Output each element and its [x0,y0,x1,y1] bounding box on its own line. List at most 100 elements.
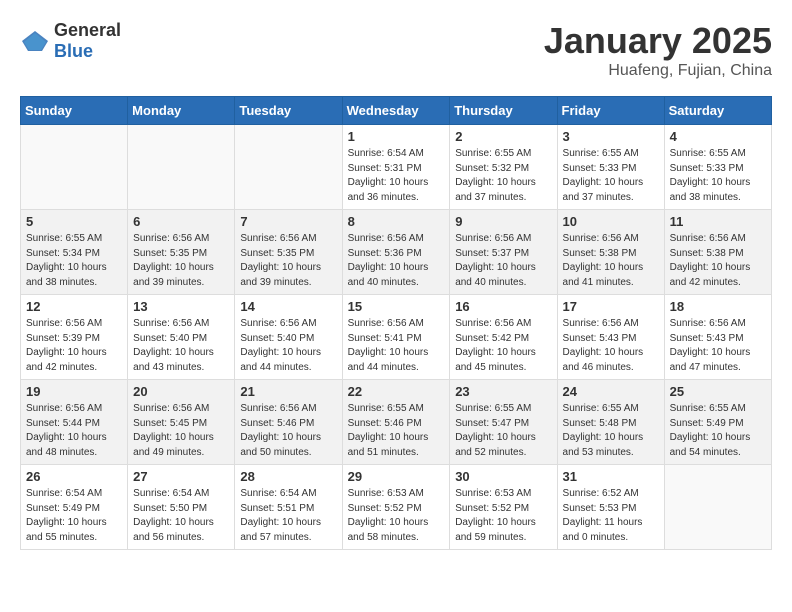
calendar-day-cell: 27 Sunrise: 6:54 AM Sunset: 5:50 PM Dayli… [128,465,235,550]
title-block: January 2025 Huafeng, Fujian, China [544,20,772,80]
calendar-day-cell: 6 Sunrise: 6:56 AM Sunset: 5:35 PM Daylig… [128,210,235,295]
day-number: 31 [563,469,659,484]
calendar-day-cell: 24 Sunrise: 6:55 AM Sunset: 5:48 PM Dayli… [557,380,664,465]
day-number: 1 [348,129,445,144]
day-number: 12 [26,299,122,314]
calendar-day-cell: 19 Sunrise: 6:56 AM Sunset: 5:44 PM Dayli… [21,380,128,465]
day-number: 30 [455,469,551,484]
calendar-day-cell: 20 Sunrise: 6:56 AM Sunset: 5:45 PM Dayli… [128,380,235,465]
day-info: Sunrise: 6:52 AM Sunset: 5:53 PM Dayligh… [563,487,659,545]
calendar-day-cell: 31 Sunrise: 6:52 AM Sunset: 5:53 PM Dayli… [557,465,664,550]
day-info: Sunrise: 6:55 AM Sunset: 5:48 PM Dayligh… [563,402,659,460]
day-number: 13 [133,299,229,314]
day-info: Sunrise: 6:56 AM Sunset: 5:43 PM Dayligh… [563,317,659,375]
location: Huafeng, Fujian, China [544,62,772,80]
weekday-header: Monday [128,97,235,125]
month-title: January 2025 [544,20,772,62]
calendar-day-cell: 8Sunrise: 6:56 AM Sunset: 5:36 PM Daylig… [342,210,450,295]
calendar-day-cell: 1 Sunrise: 6:54 AM Sunset: 5:31 PM Daylig… [342,125,450,210]
day-info: Sunrise: 6:56 AM Sunset: 5:46 PM Dayligh… [240,402,336,460]
day-number: 22 [348,384,445,399]
logo: General Blue [20,20,121,62]
day-number: 28 [240,469,336,484]
calendar-day-cell: 26 Sunrise: 6:54 AM Sunset: 5:49 PM Dayli… [21,465,128,550]
day-info: Sunrise: 6:54 AM Sunset: 5:49 PM Dayligh… [26,487,122,545]
weekday-header: Wednesday [342,97,450,125]
weekday-header: Sunday [21,97,128,125]
weekday-header: Thursday [450,97,557,125]
day-info: Sunrise: 6:54 AM Sunset: 5:50 PM Dayligh… [133,487,229,545]
day-number: 15 [348,299,445,314]
day-info: Sunrise: 6:56 AM Sunset: 5:38 PM Dayligh… [670,232,766,290]
calendar-day-cell: 5Sunrise: 6:55 AM Sunset: 5:34 PM Daylig… [21,210,128,295]
calendar-table: SundayMondayTuesdayWednesdayThursdayFrid… [20,96,772,550]
calendar-week-row: 1 Sunrise: 6:54 AM Sunset: 5:31 PM Daylig… [21,125,772,210]
weekday-header-row: SundayMondayTuesdayWednesdayThursdayFrid… [21,97,772,125]
day-info: Sunrise: 6:56 AM Sunset: 5:39 PM Dayligh… [26,317,122,375]
calendar-day-cell: 7Sunrise: 6:56 AM Sunset: 5:35 PM Daylig… [235,210,342,295]
day-number: 7 [240,214,336,229]
calendar-day-cell: 9 Sunrise: 6:56 AM Sunset: 5:37 PM Daylig… [450,210,557,295]
day-number: 3 [563,129,659,144]
calendar-day-cell: 28 Sunrise: 6:54 AM Sunset: 5:51 PM Dayli… [235,465,342,550]
calendar-day-cell: 18Sunrise: 6:56 AM Sunset: 5:43 PM Dayli… [664,295,771,380]
day-number: 10 [563,214,659,229]
logo-general: General [54,20,121,40]
calendar-day-cell: 2 Sunrise: 6:55 AM Sunset: 5:32 PM Daylig… [450,125,557,210]
day-info: Sunrise: 6:55 AM Sunset: 5:34 PM Dayligh… [26,232,122,290]
day-info: Sunrise: 6:54 AM Sunset: 5:51 PM Dayligh… [240,487,336,545]
day-number: 6 [133,214,229,229]
calendar-day-cell [21,125,128,210]
day-info: Sunrise: 6:56 AM Sunset: 5:35 PM Dayligh… [133,232,229,290]
day-number: 14 [240,299,336,314]
day-number: 16 [455,299,551,314]
day-number: 9 [455,214,551,229]
calendar-day-cell: 16Sunrise: 6:56 AM Sunset: 5:42 PM Dayli… [450,295,557,380]
day-info: Sunrise: 6:56 AM Sunset: 5:41 PM Dayligh… [348,317,445,375]
calendar-day-cell: 10Sunrise: 6:56 AM Sunset: 5:38 PM Dayli… [557,210,664,295]
day-number: 25 [670,384,766,399]
day-number: 23 [455,384,551,399]
day-info: Sunrise: 6:56 AM Sunset: 5:44 PM Dayligh… [26,402,122,460]
day-number: 20 [133,384,229,399]
logo-text: General Blue [54,20,121,62]
day-number: 27 [133,469,229,484]
day-number: 17 [563,299,659,314]
calendar-week-row: 19 Sunrise: 6:56 AM Sunset: 5:44 PM Dayli… [21,380,772,465]
day-info: Sunrise: 6:55 AM Sunset: 5:46 PM Dayligh… [348,402,445,460]
day-info: Sunrise: 6:56 AM Sunset: 5:43 PM Dayligh… [670,317,766,375]
day-info: Sunrise: 6:54 AM Sunset: 5:31 PM Dayligh… [348,147,445,205]
calendar-day-cell: 23Sunrise: 6:55 AM Sunset: 5:47 PM Dayli… [450,380,557,465]
day-number: 29 [348,469,445,484]
day-info: Sunrise: 6:55 AM Sunset: 5:32 PM Dayligh… [455,147,551,205]
page-header: General Blue January 2025 Huafeng, Fujia… [20,20,772,80]
day-number: 26 [26,469,122,484]
day-number: 24 [563,384,659,399]
calendar-day-cell: 11 Sunrise: 6:56 AM Sunset: 5:38 PM Dayli… [664,210,771,295]
day-info: Sunrise: 6:55 AM Sunset: 5:33 PM Dayligh… [563,147,659,205]
logo-icon [20,29,50,53]
day-number: 21 [240,384,336,399]
calendar-day-cell: 3 Sunrise: 6:55 AM Sunset: 5:33 PM Daylig… [557,125,664,210]
logo-blue: Blue [54,41,93,61]
calendar-day-cell [128,125,235,210]
calendar-day-cell: 4Sunrise: 6:55 AM Sunset: 5:33 PM Daylig… [664,125,771,210]
day-info: Sunrise: 6:56 AM Sunset: 5:40 PM Dayligh… [133,317,229,375]
day-info: Sunrise: 6:56 AM Sunset: 5:37 PM Dayligh… [455,232,551,290]
calendar-day-cell: 30 Sunrise: 6:53 AM Sunset: 5:52 PM Dayli… [450,465,557,550]
calendar-week-row: 5Sunrise: 6:55 AM Sunset: 5:34 PM Daylig… [21,210,772,295]
calendar-week-row: 12 Sunrise: 6:56 AM Sunset: 5:39 PM Dayli… [21,295,772,380]
calendar-day-cell: 13 Sunrise: 6:56 AM Sunset: 5:40 PM Dayli… [128,295,235,380]
day-number: 19 [26,384,122,399]
day-info: Sunrise: 6:56 AM Sunset: 5:45 PM Dayligh… [133,402,229,460]
calendar-day-cell: 25 Sunrise: 6:55 AM Sunset: 5:49 PM Dayli… [664,380,771,465]
weekday-header: Tuesday [235,97,342,125]
day-number: 11 [670,214,766,229]
calendar-day-cell: 29Sunrise: 6:53 AM Sunset: 5:52 PM Dayli… [342,465,450,550]
day-number: 2 [455,129,551,144]
calendar-day-cell: 22 Sunrise: 6:55 AM Sunset: 5:46 PM Dayli… [342,380,450,465]
day-info: Sunrise: 6:53 AM Sunset: 5:52 PM Dayligh… [455,487,551,545]
day-number: 4 [670,129,766,144]
day-info: Sunrise: 6:55 AM Sunset: 5:49 PM Dayligh… [670,402,766,460]
day-info: Sunrise: 6:56 AM Sunset: 5:36 PM Dayligh… [348,232,445,290]
